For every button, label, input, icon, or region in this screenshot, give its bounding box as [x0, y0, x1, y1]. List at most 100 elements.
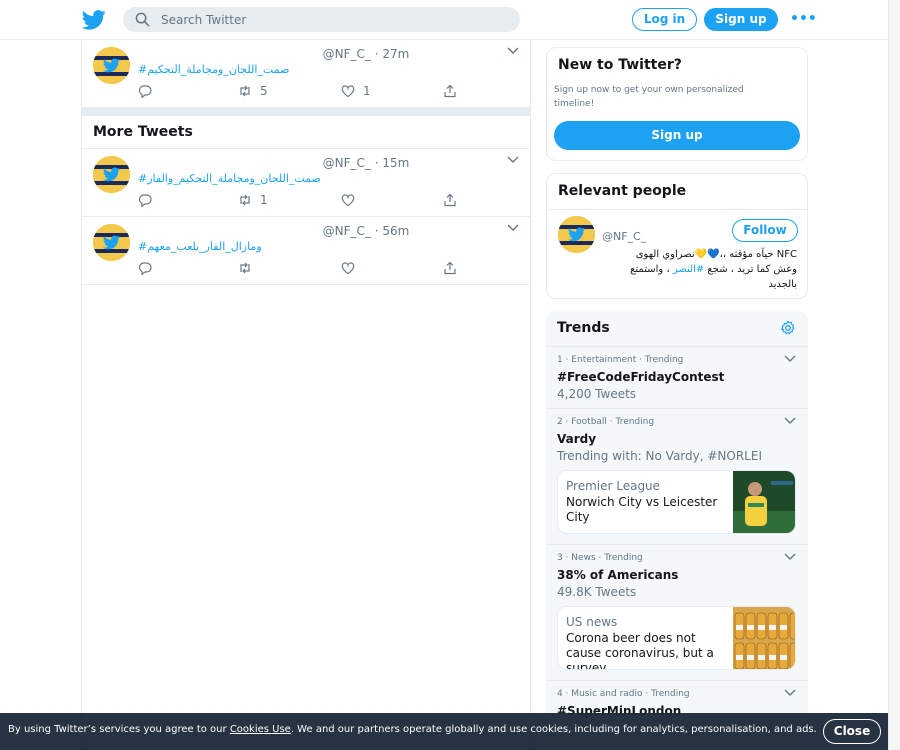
share-button[interactable] — [443, 261, 457, 279]
hashtag-link[interactable]: #صمت_اللجان_ومجاملة_التحكيم_والفار — [138, 172, 321, 185]
share-button[interactable] — [443, 193, 457, 211]
tweet-item[interactable]: ﾠﾠﾠﾠﾠﾠﾠﾠﾠ ﾠﾠﾠﾠﾠﾠﾠ @NF_C_ · 27m #صمت_اللج… — [82, 40, 530, 108]
avatar[interactable] — [558, 216, 595, 253]
news-card[interactable]: Premier League Norwich City vs Leicester… — [557, 470, 796, 534]
new-to-twitter-title: New to Twitter? — [558, 57, 682, 73]
twitter-logo-icon[interactable] — [82, 9, 106, 31]
reply-icon — [138, 262, 152, 276]
tweet-item[interactable]: ﾠﾠﾠﾠﾠﾠﾠﾠﾠ ﾠﾠﾠﾠﾠﾠﾠ @NF_C_ · 15m #صمت_اللج… — [82, 149, 530, 217]
search-box[interactable] — [123, 7, 520, 32]
trend-title[interactable]: Vardy — [557, 432, 596, 446]
tweet-time[interactable]: · 15m — [375, 156, 410, 170]
signup-button[interactable]: Sign up — [704, 8, 778, 31]
trend-item[interactable]: 1 · Entertainment · Trending #FreeCodeFr… — [546, 346, 808, 408]
chevron-down-icon[interactable] — [784, 688, 796, 698]
tweet-header: ﾠﾠﾠﾠﾠﾠﾠﾠﾠ ﾠﾠﾠﾠﾠﾠﾠ @NF_C_ · 56m — [138, 222, 409, 239]
share-icon — [444, 261, 456, 275]
section-divider — [82, 108, 530, 116]
bio-hashtag-link[interactable]: #النصر — [673, 264, 704, 275]
cookie-text-start: By using Twitter’s services you agree to… — [8, 724, 230, 735]
retweet-icon — [240, 262, 250, 274]
bio-line: وعش كما تريد ، شجع #النصر ، واستمتع — [602, 262, 797, 277]
like-count: 1 — [363, 84, 371, 98]
trend-meta: 4 · Music and radio · Trending — [557, 689, 690, 699]
sidebar-signup-button[interactable]: Sign up — [554, 121, 800, 150]
like-button[interactable]: 1 — [341, 84, 371, 102]
cookie-text-end: . We and our partners operate globally a… — [290, 724, 817, 735]
avatar[interactable] — [93, 224, 130, 261]
bio-text: ، واستمتع — [630, 264, 670, 275]
hashtag-link[interactable]: #صمت_اللجان_ومجاملة_التحكيم — [138, 63, 289, 76]
trend-title[interactable]: 38% of Americans — [557, 568, 678, 582]
chevron-down-icon[interactable] — [507, 46, 519, 56]
retweet-icon — [240, 85, 250, 97]
tweet-item[interactable]: ﾠﾠﾠﾠﾠﾠﾠﾠﾠ ﾠﾠﾠﾠﾠﾠﾠ @NF_C_ · 56m #ومازال_ا… — [82, 217, 530, 285]
trend-meta: 3 · News · Trending — [557, 553, 643, 563]
tweet-header: ﾠﾠﾠﾠﾠﾠﾠﾠﾠ ﾠﾠﾠﾠﾠﾠﾠ @NF_C_ · 27m — [138, 45, 409, 62]
tweet-time[interactable]: · 27m — [375, 47, 410, 61]
retweet-button[interactable] — [238, 261, 252, 279]
top-navigation-bar: Log in Sign up ••• — [0, 0, 888, 40]
avatar[interactable] — [93, 156, 130, 193]
author-handle[interactable]: @NF_C_ — [323, 224, 371, 238]
hashtag-link[interactable]: #ومازال_الفار_يلعب_معهم — [138, 240, 262, 253]
chevron-down-icon[interactable] — [507, 155, 519, 165]
like-button[interactable] — [341, 261, 355, 279]
cookies-use-link[interactable]: Cookies Use — [230, 724, 291, 735]
author-handle[interactable]: @NF_C_ — [323, 47, 371, 61]
news-headline[interactable]: Norwich City vs Leicester City — [566, 495, 726, 525]
retweet-button[interactable]: 5 — [238, 84, 268, 102]
retweet-count: 5 — [260, 84, 268, 98]
bio-text: وعش كما تريد ، شجع — [707, 264, 797, 275]
news-card[interactable]: US news Corona beer does not cause coron… — [557, 606, 796, 670]
trend-item[interactable]: 2 · Football · Trending Vardy Trending w… — [546, 408, 808, 544]
reply-button[interactable] — [138, 84, 152, 102]
reply-button[interactable] — [138, 261, 152, 279]
news-thumbnail — [733, 471, 795, 533]
person-bio: NFC حيآه مؤقته ،،💙💛نصراوي الهوى وعش كما … — [602, 247, 797, 292]
search-input[interactable] — [161, 9, 501, 30]
trend-meta: 1 · Entertainment · Trending — [557, 355, 684, 365]
relevant-people-title: Relevant people — [558, 183, 687, 199]
more-tweets-header: More Tweets — [82, 116, 530, 149]
like-icon — [341, 194, 355, 207]
avatar[interactable] — [93, 47, 130, 84]
trend-title[interactable]: #FreeCodeFridayContest — [557, 370, 724, 384]
trend-tweet-count: 49.8K Tweets — [557, 585, 637, 599]
reply-icon — [138, 85, 152, 99]
chevron-down-icon[interactable] — [784, 416, 796, 426]
retweet-icon — [240, 194, 250, 206]
trend-tweet-count: 4,200 Tweets — [557, 387, 637, 401]
author-handle[interactable]: @NF_C_ — [323, 156, 371, 170]
chevron-down-icon[interactable] — [784, 552, 796, 562]
share-icon — [444, 193, 456, 207]
retweet-count: 1 — [260, 193, 268, 207]
news-headline[interactable]: Corona beer does not cause coronavirus, … — [566, 631, 726, 669]
tweet-time[interactable]: · 56m — [375, 224, 410, 238]
cookie-consent-bar: By using Twitter’s services you agree to… — [0, 713, 888, 750]
login-button[interactable]: Log in — [632, 8, 697, 31]
like-button[interactable] — [341, 193, 355, 211]
author-name[interactable]: ﾠﾠﾠﾠﾠﾠﾠﾠﾠ ﾠﾠﾠﾠﾠﾠﾠ — [138, 224, 319, 238]
divider — [547, 209, 807, 210]
trends-title: Trends — [557, 320, 610, 336]
more-menu-icon[interactable]: ••• — [790, 11, 817, 27]
trend-item[interactable]: 3 · News · Trending 38% of Americans 49.… — [546, 544, 808, 680]
gear-icon[interactable] — [780, 320, 796, 336]
follow-button[interactable]: Follow — [732, 219, 798, 242]
share-icon — [444, 84, 456, 98]
author-name[interactable]: ﾠﾠﾠﾠﾠﾠﾠﾠﾠ ﾠﾠﾠﾠﾠﾠﾠ — [138, 47, 319, 61]
tweet-actions: 1 — [138, 193, 468, 211]
new-to-twitter-card: New to Twitter? Sign up now to get your … — [546, 47, 808, 161]
retweet-button[interactable]: 1 — [238, 193, 268, 211]
tweet-actions: 5 1 — [138, 84, 468, 102]
reply-button[interactable] — [138, 193, 152, 211]
person-handle[interactable]: @NF_C_ — [602, 230, 646, 243]
chevron-down-icon[interactable] — [784, 354, 796, 364]
cookie-close-button[interactable]: Close — [823, 719, 881, 744]
author-name[interactable]: ﾠﾠﾠﾠﾠﾠﾠﾠﾠ ﾠﾠﾠﾠﾠﾠﾠ — [138, 156, 319, 170]
chevron-down-icon[interactable] — [507, 223, 519, 233]
share-button[interactable] — [443, 84, 457, 102]
search-icon — [135, 12, 150, 27]
page-scrollbar[interactable] — [888, 0, 900, 750]
